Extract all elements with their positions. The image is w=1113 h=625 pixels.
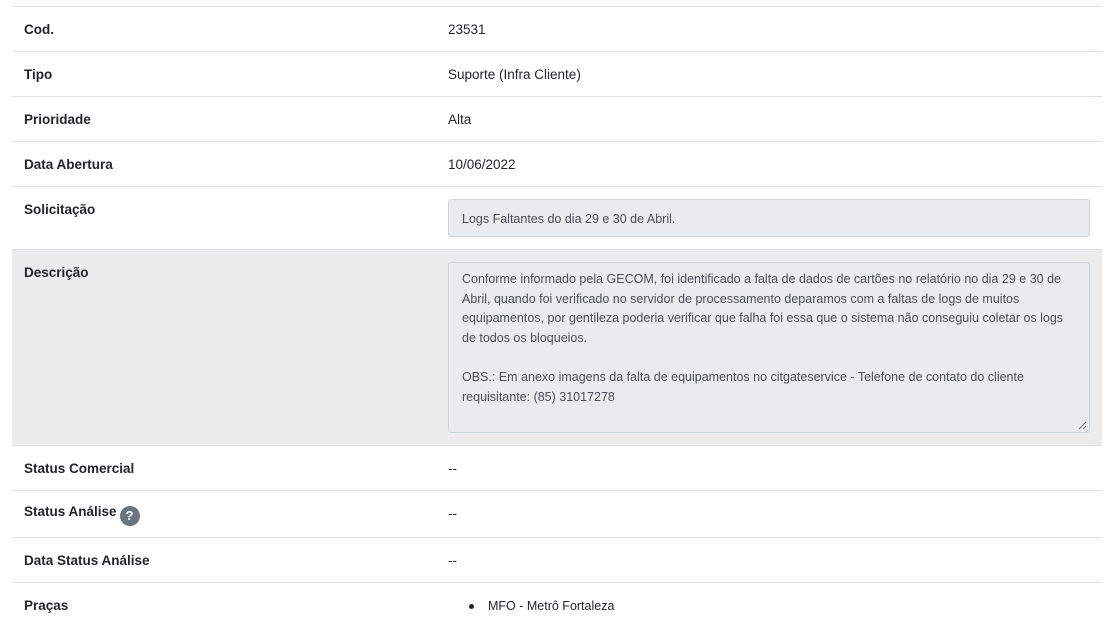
descricao-text: Conforme informado pela GECOM, foi ident… bbox=[462, 272, 1064, 404]
list-item: MFO - Metrô Fortaleza bbox=[469, 598, 1090, 614]
row-status-comercial: Status Comercial -- bbox=[12, 445, 1102, 491]
label-data-abertura: Data Abertura bbox=[24, 157, 113, 172]
value-pracas: MFO - Metrô Fortaleza bbox=[424, 583, 1102, 625]
label-tipo: Tipo bbox=[24, 67, 53, 82]
value-status-comercial: -- bbox=[448, 461, 457, 476]
label-cod: Cod. bbox=[24, 22, 54, 37]
value-prioridade: Alta bbox=[448, 112, 472, 127]
status-analise-label: Status Análise bbox=[24, 504, 117, 519]
row-status-analise: Status Análise? -- bbox=[12, 490, 1102, 538]
ticket-details-page: Cod. 23531 Tipo Suporte (Infra Cliente) … bbox=[0, 0, 1113, 625]
ticket-details-table: Cod. 23531 Tipo Suporte (Infra Cliente) … bbox=[12, 6, 1102, 625]
question-circle-icon[interactable]: ? bbox=[119, 506, 140, 526]
label-solicitacao: Solicitação bbox=[24, 202, 96, 217]
row-pracas: Praças MFO - Metrô Fortaleza bbox=[12, 582, 1102, 625]
resize-grip-icon[interactable] bbox=[1078, 421, 1087, 430]
row-descricao: Descrição Conforme informado pela GECOM,… bbox=[12, 249, 1102, 446]
descricao-textarea[interactable]: Conforme informado pela GECOM, foi ident… bbox=[448, 262, 1090, 433]
value-status-analise: -- bbox=[448, 506, 457, 521]
solicitacao-field[interactable]: Logs Faltantes do dia 29 e 30 de Abril. bbox=[448, 199, 1090, 237]
value-data-status-analise: -- bbox=[448, 553, 457, 568]
row-tipo: Tipo Suporte (Infra Cliente) bbox=[12, 51, 1102, 97]
row-solicitacao: Solicitação Logs Faltantes do dia 29 e 3… bbox=[12, 186, 1102, 250]
row-cod: Cod. 23531 bbox=[12, 6, 1102, 52]
row-data-abertura: Data Abertura 10/06/2022 bbox=[12, 141, 1102, 187]
label-status-analise: Status Análise? bbox=[12, 491, 424, 538]
label-data-status-analise: Data Status Análise bbox=[24, 553, 150, 568]
label-status-comercial: Status Comercial bbox=[24, 461, 135, 476]
row-data-status-analise: Data Status Análise -- bbox=[12, 537, 1102, 583]
label-descricao: Descrição bbox=[24, 265, 89, 280]
label-prioridade: Prioridade bbox=[24, 112, 91, 127]
row-prioridade: Prioridade Alta bbox=[12, 96, 1102, 142]
label-pracas: Praças bbox=[24, 598, 69, 613]
value-tipo: Suporte (Infra Cliente) bbox=[448, 67, 581, 82]
value-solicitacao: Logs Faltantes do dia 29 e 30 de Abril. bbox=[424, 187, 1102, 250]
value-data-abertura: 10/06/2022 bbox=[448, 157, 516, 172]
value-descricao: Conforme informado pela GECOM, foi ident… bbox=[424, 250, 1102, 446]
value-cod: 23531 bbox=[448, 22, 486, 37]
pracas-list: MFO - Metrô Fortaleza bbox=[448, 598, 1090, 614]
